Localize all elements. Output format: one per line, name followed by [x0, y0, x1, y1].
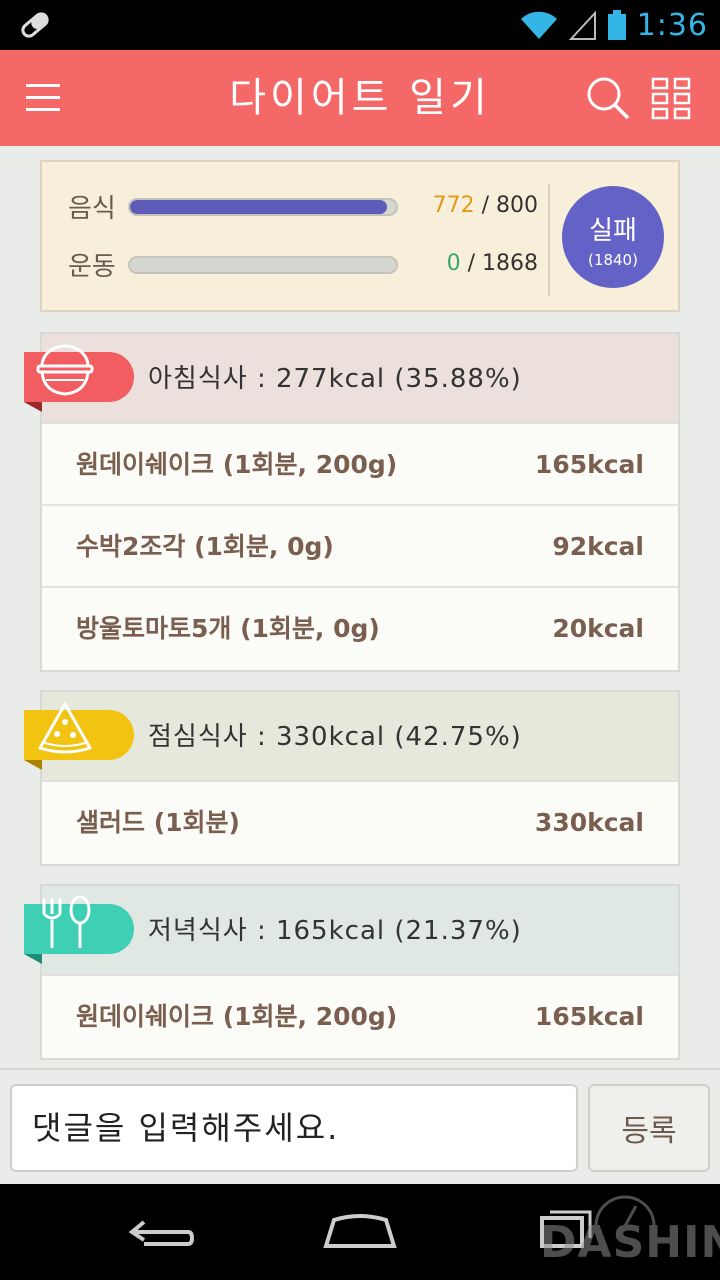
food-row: 음식 772 / 800	[68, 186, 538, 226]
comment-bar: 등록	[0, 1068, 720, 1184]
food-item[interactable]: 원데이쉐이크 (1회분, 200g) 165kcal	[42, 424, 678, 506]
comment-input[interactable]	[10, 1084, 578, 1172]
wifi-icon	[520, 11, 557, 39]
pizza-slice-icon	[38, 702, 92, 754]
food-progress-fill	[130, 200, 387, 214]
food-item[interactable]: 원데이쉐이크 (1회분, 200g) 165kcal	[42, 976, 678, 1058]
grid-view-icon[interactable]	[650, 76, 694, 120]
food-current: 772	[432, 193, 475, 218]
food-separator: /	[481, 193, 489, 218]
meal-header[interactable]: 점심식사 : 330kcal (42.75%)	[24, 692, 678, 782]
food-item-name: 수박2조각 (1회분, 0g)	[76, 532, 334, 561]
food-item-name: 원데이쉐이크 (1회분, 200g)	[76, 450, 398, 479]
food-item[interactable]: 수박2조각 (1회분, 0g) 92kcal	[42, 506, 678, 588]
meal-card-lunch: 점심식사 : 330kcal (42.75%) 샐러드 (1회분) 330kca…	[24, 690, 680, 866]
status-bar: 1:36	[0, 0, 720, 50]
summary-divider	[548, 184, 550, 296]
food-label: 음식	[68, 193, 116, 224]
food-progress-bar	[128, 198, 398, 216]
meal-tag	[24, 702, 134, 760]
meal-tag-fold	[24, 402, 42, 412]
meal-tag-fold	[24, 954, 42, 964]
exercise-separator: /	[467, 251, 475, 276]
food-item-kcal: 165kcal	[534, 1002, 644, 1031]
meal-tag	[24, 895, 134, 954]
food-item[interactable]: 샐러드 (1회분) 330kcal	[42, 782, 678, 864]
fork-spoon-icon	[42, 895, 91, 948]
meal-header-label: 점심식사 : 330kcal (42.75%)	[148, 722, 522, 752]
submit-comment-button[interactable]: 등록	[588, 1084, 710, 1172]
meal-tag	[24, 344, 134, 402]
exercise-row: 운동 0 / 1868	[68, 244, 538, 284]
food-item-kcal: 20kcal	[552, 614, 644, 643]
home-icon[interactable]	[320, 1206, 400, 1256]
exercise-progress-bar	[128, 256, 398, 274]
signal-icon	[568, 10, 596, 40]
calorie-summary: 음식 772 / 800 운동 0 / 1868 실패 (1840)	[40, 160, 680, 312]
meal-header[interactable]: 아침식사 : 277kcal (35.88%)	[24, 334, 678, 424]
watermark: DASHIN	[540, 1188, 720, 1268]
result-badge[interactable]: 실패 (1840)	[562, 186, 664, 288]
food-item-name: 원데이쉐이크 (1회분, 200g)	[76, 1002, 398, 1031]
exercise-current: 0	[446, 251, 461, 276]
exercise-value: 0 / 1868	[447, 244, 538, 284]
search-icon[interactable]	[584, 74, 632, 122]
bandage-icon	[21, 12, 49, 38]
result-value: (1840)	[588, 251, 638, 269]
result-label: 실패	[589, 216, 637, 246]
meal-card-dinner: 저녁식사 : 165kcal (21.37%) 원데이쉐이크 (1회분, 200…	[24, 884, 680, 1060]
food-item-kcal: 330kcal	[534, 808, 644, 837]
food-target: 800	[496, 193, 538, 218]
food-item-kcal: 92kcal	[552, 532, 644, 561]
back-icon[interactable]	[120, 1206, 200, 1256]
bowl-icon	[36, 344, 94, 396]
food-value: 772 / 800	[433, 186, 538, 226]
food-item[interactable]: 방울토마토5개 (1회분, 0g) 20kcal	[42, 588, 678, 670]
exercise-target: 1868	[482, 251, 538, 276]
meal-header-label: 아침식사 : 277kcal (35.88%)	[148, 364, 522, 394]
food-item-kcal: 165kcal	[534, 450, 644, 479]
watermark-text: DASHIN	[540, 1217, 720, 1268]
clock: 1:36	[636, 7, 708, 43]
exercise-label: 운동	[68, 251, 116, 282]
battery-icon	[607, 10, 626, 40]
food-item-name: 샐러드 (1회분)	[76, 808, 240, 837]
meal-header[interactable]: 저녁식사 : 165kcal (21.37%)	[24, 886, 678, 976]
app-bar: 다이어트 일기	[0, 50, 720, 146]
meal-card-breakfast: 아침식사 : 277kcal (35.88%) 원데이쉐이크 (1회분, 200…	[24, 332, 680, 672]
food-item-name: 방울토마토5개 (1회분, 0g)	[76, 614, 380, 643]
meal-tag-fold	[24, 760, 42, 770]
meal-header-label: 저녁식사 : 165kcal (21.37%)	[148, 916, 522, 946]
